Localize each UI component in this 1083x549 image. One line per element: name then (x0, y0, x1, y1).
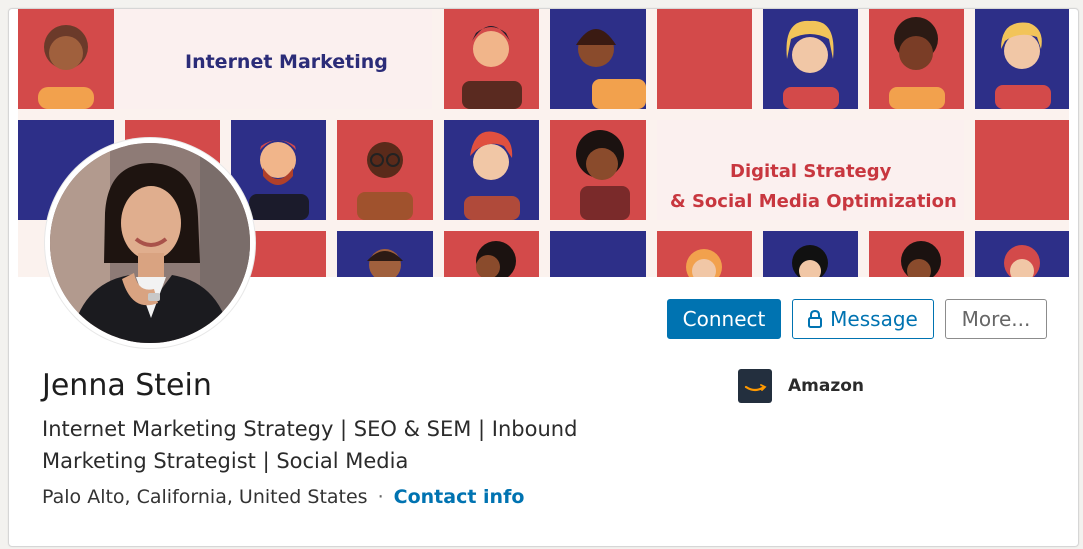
banner-tile (869, 231, 964, 277)
contact-info-link[interactable]: Contact info (394, 486, 525, 508)
separator-dot: · (377, 486, 384, 508)
avatar-photo (50, 143, 250, 343)
banner-tile (657, 9, 752, 109)
banner-tile (18, 9, 114, 109)
banner-heading-digital-strategy: Digital Strategy (730, 161, 892, 182)
banner-tile (763, 9, 858, 109)
banner-tile (763, 231, 858, 277)
message-button-label: Message (830, 307, 918, 331)
banner-tile (550, 9, 646, 109)
profile-card: Internet Marketing Digital Strategy & So… (8, 8, 1079, 547)
banner-heading-internet-marketing: Internet Marketing (185, 51, 388, 73)
banner-tile (657, 231, 752, 277)
banner-tile (444, 120, 539, 220)
banner-heading-social-media: & Social Media Optimization (670, 191, 957, 212)
banner-tile (975, 231, 1069, 277)
banner-tile (337, 120, 433, 220)
profile-location: Palo Alto, California, United States (42, 486, 368, 508)
banner-tile (444, 231, 539, 277)
location-row: Palo Alto, California, United States · Con… (42, 486, 524, 508)
banner-tile (444, 9, 539, 109)
banner-tile (550, 120, 646, 220)
company-name: Amazon (788, 376, 865, 396)
more-button-label: More... (961, 307, 1031, 331)
banner-tile (550, 231, 646, 277)
connect-button-label: Connect (682, 307, 766, 331)
banner-tile (975, 120, 1069, 220)
profile-headline: Internet Marketing Strategy | SEO & SEM … (42, 417, 578, 473)
banner-tile (869, 9, 964, 109)
banner-tile (337, 231, 433, 277)
connect-button[interactable]: Connect (667, 299, 781, 339)
current-company[interactable]: Amazon (738, 369, 864, 403)
banner-tile (975, 9, 1069, 109)
avatar[interactable] (45, 138, 255, 348)
amazon-logo-icon (738, 369, 772, 403)
more-button[interactable]: More... (945, 299, 1047, 339)
lock-icon (808, 309, 823, 328)
message-button[interactable]: Message (792, 299, 934, 339)
profile-name: Jenna Stein (42, 368, 212, 403)
